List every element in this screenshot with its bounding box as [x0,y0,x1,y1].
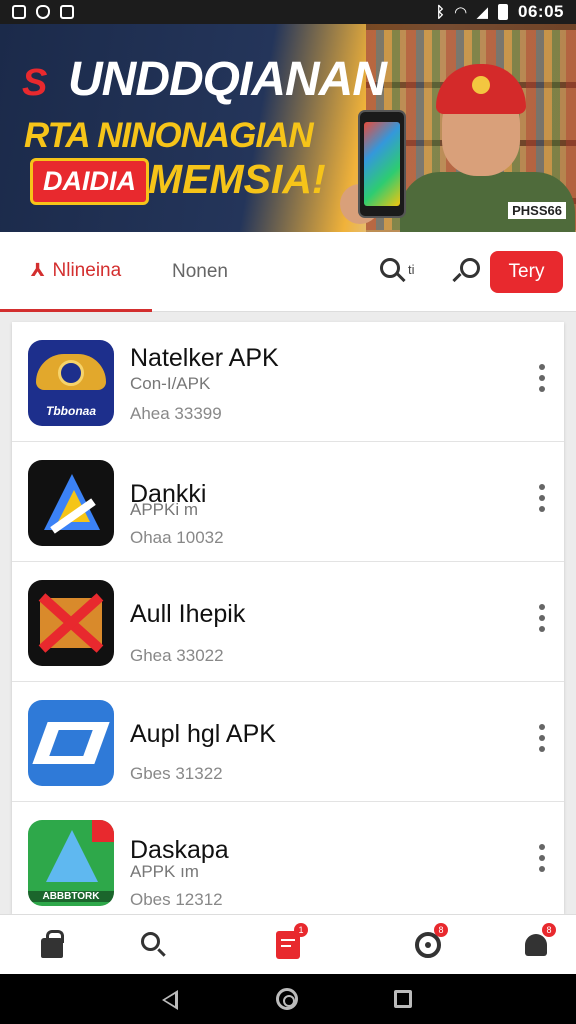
more-options-icon[interactable] [538,844,546,872]
app-name: Daskapa [130,836,229,864]
more-options-icon[interactable] [538,724,546,752]
try-button[interactable]: Tery [490,251,563,293]
banner-tag: PHSS66 [508,202,566,219]
system-nav-bar [0,974,576,1024]
tab-bar: ⅄ Nlineina Nonen ti Tery [0,232,576,312]
photo-icon [60,5,74,19]
tab-second[interactable]: Nonen [172,232,228,312]
app-subtitle: Con-I/APK [130,374,211,393]
app-count: Ahea 33399 [130,404,222,423]
clock: 06:05 [518,2,564,21]
bell-icon [525,934,547,956]
nav-notifications[interactable]: 8 [520,923,556,961]
store-home-icon [41,930,64,958]
notification-icon [12,5,26,19]
app-count: Ghea 33022 [130,646,224,665]
tab-second-label: Nonen [172,261,228,282]
banner-badge: DAIDIA [30,158,149,205]
app-subtitle: APPK ım [130,862,199,881]
search-icon[interactable] [452,258,480,286]
list-item[interactable]: Tbbonaa Natelker APK Con-I/APK Ahea 3339… [12,322,564,442]
shield-icon [36,5,50,19]
recents-icon[interactable] [394,990,412,1008]
bluetooth-icon: ᛒ [435,3,445,21]
person-icon: ⅄ [30,260,45,280]
app-count: Obes 12312 [130,890,223,909]
signal-icon: ◢ [476,4,489,21]
app-name: Aupl hgl APK [130,720,276,748]
banner-brand: UNDDQIANAN [68,53,387,106]
search-filter-label: ti [408,262,415,277]
app-icon-blue-shape [28,700,114,786]
tab-active-label: Nlineina [52,259,122,281]
banner-phone-image [358,110,406,218]
nav-search[interactable] [138,929,170,961]
more-options-icon[interactable] [538,364,546,392]
status-bar: ᛒ ◠ ◢ 06:05 [0,0,576,24]
app-icon-label: Tbbonaa [46,404,96,418]
app-icon-eagle: Tbbonaa [28,340,114,426]
home-icon[interactable] [276,988,298,1010]
app-list: Tbbonaa Natelker APK Con-I/APK Ahea 3339… [12,322,564,914]
banner-headline: RTA NINONAGIAN [24,116,314,155]
app-icon-triangle [28,460,114,546]
nav-updates[interactable]: 1 [272,923,308,961]
promo-banner[interactable]: S UNDDQIANAN RTA NINONAGIAN DAIDIA MEMSI… [0,24,576,232]
battery-icon [498,4,509,20]
app-icon-label: ABBBTORK [28,891,114,902]
search-icon [141,932,167,958]
back-icon[interactable] [162,990,178,1010]
bottom-nav: 1 8 8 [0,914,576,974]
nav-manage[interactable]: 8 [412,923,448,961]
updates-badge: 1 [294,923,308,937]
list-item[interactable]: ABBBTORK Daskapa APPK ım Obes 12312 [12,802,564,914]
wifi-icon: ◠ [454,4,467,21]
banner-subheadline: MEMSIA! [148,156,326,202]
banner-logo-mark: S [22,62,48,104]
app-icon-crossed-box [28,580,114,666]
list-item[interactable]: Aull Ihepik Ghea 33022 [12,562,564,682]
more-options-icon[interactable] [538,604,546,632]
app-count: Ohaa 10032 [130,528,224,547]
app-subtitle: APPKi m [130,500,199,519]
app-name: Natelker APK [130,344,279,372]
app-name: Aull Ihepik [130,600,246,628]
list-item[interactable]: Dankki APPKi m Ohaa 10032 [12,442,564,562]
search-filter-icon[interactable] [380,258,408,286]
notifications-badge: 8 [542,923,556,937]
tab-active[interactable]: ⅄ Nlineina [0,232,152,312]
more-options-icon[interactable] [538,484,546,512]
nav-home[interactable] [36,929,68,961]
app-icon-green-triangle: ABBBTORK [28,820,114,906]
list-item[interactable]: Aupl hgl APK Gbes 31322 [12,682,564,802]
manage-badge: 8 [434,923,448,937]
app-count: Gbes 31322 [130,764,223,783]
